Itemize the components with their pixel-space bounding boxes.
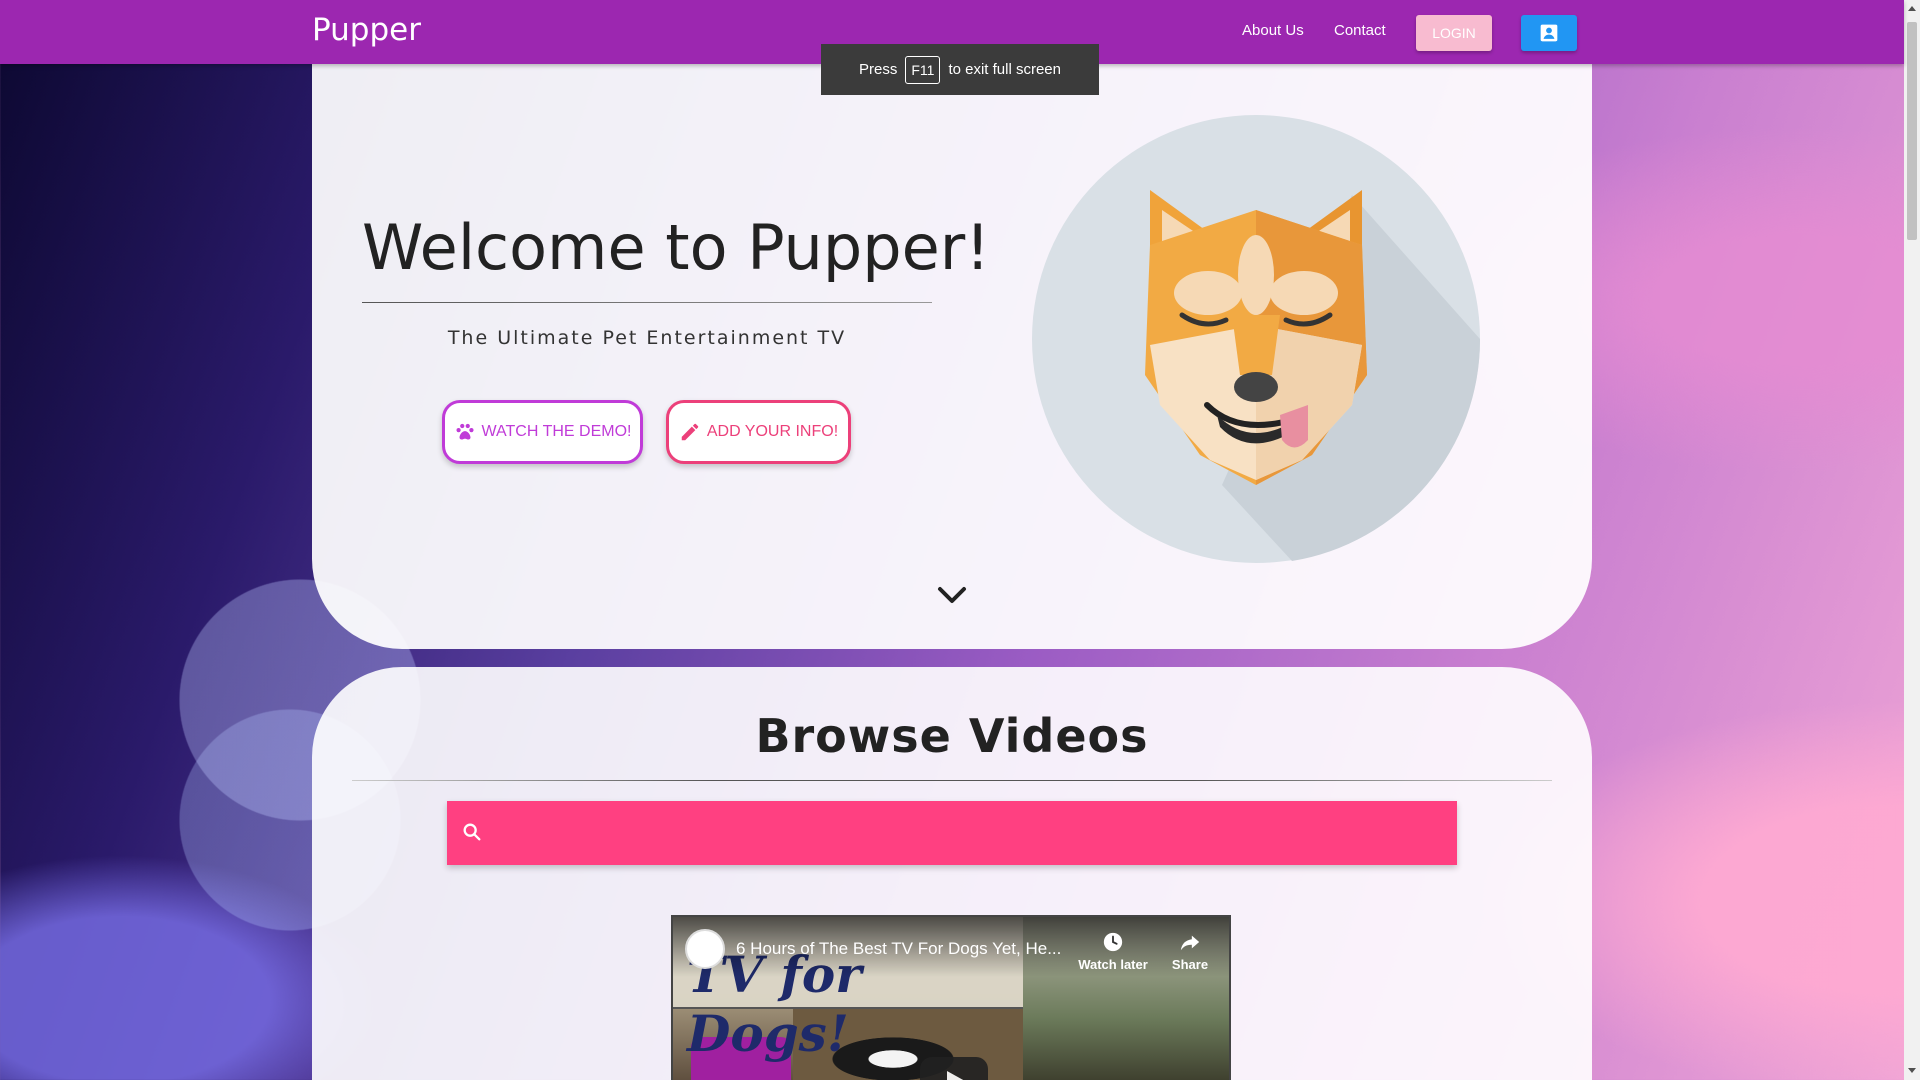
toast-key-f11: F11 bbox=[905, 55, 941, 84]
nav-link-about-us[interactable]: About Us bbox=[1242, 22, 1304, 39]
channel-avatar[interactable] bbox=[685, 929, 725, 969]
clock-icon bbox=[1103, 932, 1123, 952]
browse-videos-card: Browse Videos TV for Dogs! 6 Hours of Th… bbox=[312, 667, 1592, 1080]
add-info-label: ADD YOUR INFO! bbox=[706, 423, 839, 440]
watch-demo-button[interactable]: WATCH THE DEMO! bbox=[442, 400, 643, 464]
page-scrollbar[interactable] bbox=[1904, 0, 1920, 1080]
video-title[interactable]: 6 Hours of The Best TV For Dogs Yet, He.… bbox=[736, 939, 1061, 959]
browse-divider bbox=[352, 780, 1552, 781]
brand-logo[interactable]: Pupper bbox=[312, 12, 421, 48]
scroll-down-arrow-icon[interactable] bbox=[1908, 1068, 1916, 1073]
hero-subtitle: The Ultimate Pet Entertainment TV bbox=[447, 327, 847, 349]
watch-demo-label: WATCH THE DEMO! bbox=[481, 423, 632, 440]
share-label: Share bbox=[1171, 957, 1209, 972]
toast-prefix: Press bbox=[859, 61, 898, 78]
play-button[interactable] bbox=[920, 1057, 988, 1080]
scroll-thumb[interactable] bbox=[1907, 22, 1917, 240]
shiba-dog-illustration bbox=[1032, 115, 1480, 563]
hero-card: Welcome to Pupper! The Ultimate Pet Ente… bbox=[312, 63, 1592, 649]
account-box-icon bbox=[1540, 24, 1558, 42]
youtube-video-embed[interactable]: TV for Dogs! 6 Hours of The Best TV For … bbox=[671, 915, 1231, 1080]
video-search-input[interactable] bbox=[495, 801, 1435, 865]
chevron-down-icon[interactable] bbox=[936, 583, 968, 607]
share-arrow-icon bbox=[1180, 935, 1200, 951]
login-button[interactable]: LOGIN bbox=[1416, 15, 1492, 51]
scroll-up-arrow-icon[interactable] bbox=[1908, 6, 1916, 11]
toast-suffix: to exit full screen bbox=[948, 61, 1061, 78]
profile-button[interactable] bbox=[1521, 15, 1577, 51]
paw-icon bbox=[456, 423, 474, 440]
share-button[interactable]: Share bbox=[1165, 931, 1215, 972]
fullscreen-exit-toast: Press F11 to exit full screen bbox=[821, 44, 1099, 95]
nav-link-contact[interactable]: Contact bbox=[1334, 22, 1386, 39]
add-info-button[interactable]: ADD YOUR INFO! bbox=[666, 400, 851, 464]
watch-later-label: Watch later bbox=[1078, 957, 1148, 972]
hero-title: Welcome to Pupper! bbox=[362, 211, 991, 284]
search-icon bbox=[463, 823, 481, 841]
video-search-bar[interactable] bbox=[447, 801, 1457, 865]
pencil-icon bbox=[681, 423, 699, 441]
watch-later-button[interactable]: Watch later bbox=[1075, 931, 1151, 972]
hero-divider bbox=[362, 302, 932, 303]
browse-videos-title: Browse Videos bbox=[755, 709, 1149, 763]
